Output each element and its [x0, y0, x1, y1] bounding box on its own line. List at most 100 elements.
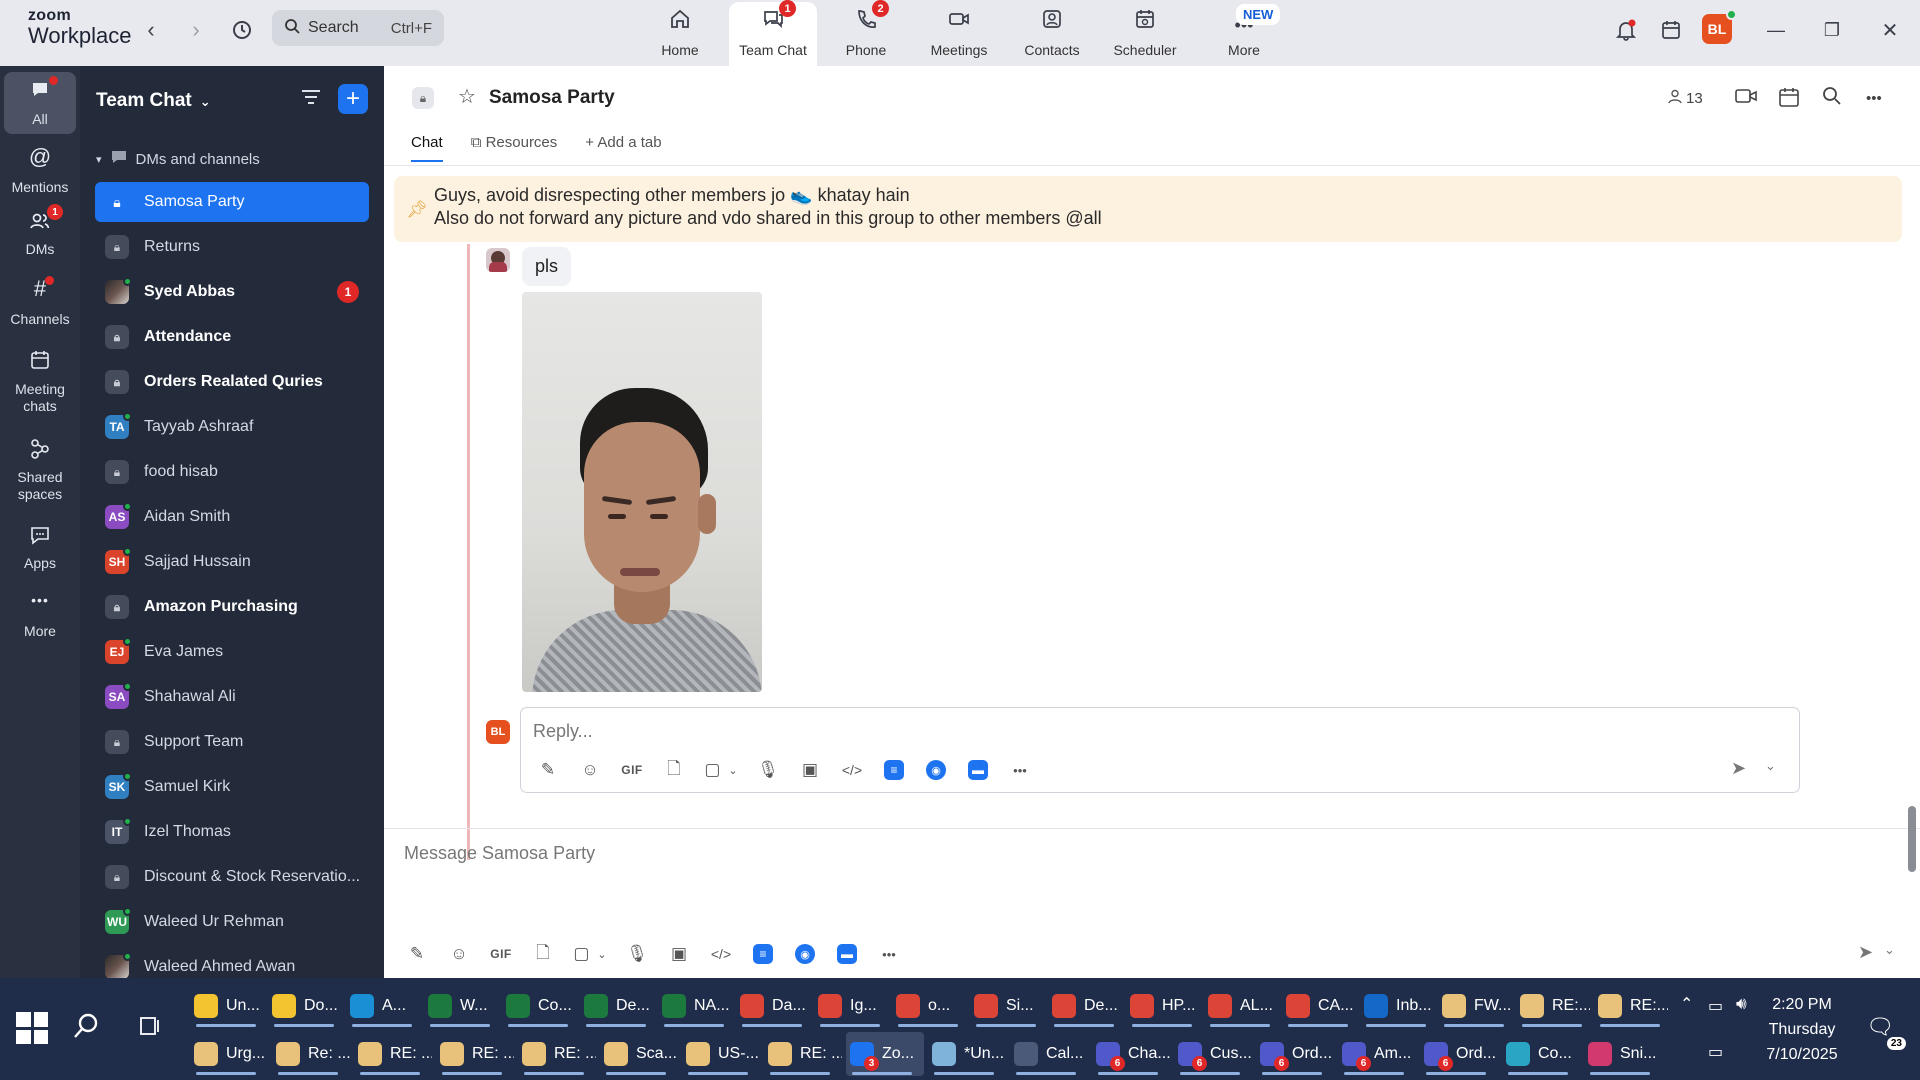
- taskbar-app-button[interactable]: US-...: [682, 1032, 760, 1076]
- reply-input[interactable]: [533, 718, 1433, 744]
- restore-icon[interactable]: ❐: [1816, 14, 1848, 46]
- sidebar-item[interactable]: WU Waleed Ur Rehman: [95, 902, 369, 942]
- rail-dms[interactable]: 1 DMs: [4, 204, 76, 258]
- sidebar-item[interactable]: SK Samuel Kirk: [95, 767, 369, 807]
- channel-title[interactable]: Samosa Party: [489, 87, 615, 109]
- star-icon[interactable]: ☆: [458, 84, 476, 109]
- taskbar-app-button[interactable]: 6 Ord...: [1256, 1032, 1334, 1076]
- rail-apps[interactable]: Apps: [4, 524, 76, 572]
- app-icon-1[interactable]: ≡: [873, 756, 915, 784]
- more-tools-icon[interactable]: •••: [999, 756, 1041, 784]
- emoji-icon[interactable]: ☺: [438, 940, 480, 968]
- nav-meetings[interactable]: Meetings: [915, 0, 1003, 66]
- filter-icon[interactable]: [300, 86, 322, 114]
- format-icon[interactable]: ✎: [527, 756, 569, 784]
- sidebar-item[interactable]: Syed Abbas 1: [95, 272, 369, 312]
- tab-chat[interactable]: Chat: [411, 134, 443, 162]
- video-message-icon[interactable]: ▣: [658, 940, 700, 968]
- search-input[interactable]: Search Ctrl+F: [272, 10, 444, 46]
- microphone-icon[interactable]: 🎙︎: [747, 756, 789, 784]
- chevron-up-icon[interactable]: ⌃: [1680, 994, 1693, 1014]
- taskbar-app-button[interactable]: A...: [346, 984, 420, 1028]
- tab-resources[interactable]: ⧉ Resources: [471, 134, 558, 162]
- file-icon[interactable]: 🗋︎: [522, 940, 564, 968]
- search-icon[interactable]: [1822, 86, 1842, 112]
- close-icon[interactable]: ✕: [1874, 14, 1906, 46]
- taskbar-app-button[interactable]: Cal...: [1010, 1032, 1088, 1076]
- sidebar-item[interactable]: 🔒︎ Support Team: [95, 722, 369, 762]
- nav-team-chat[interactable]: 1 Team Chat: [729, 0, 817, 66]
- send-icon[interactable]: ➤: [1731, 758, 1746, 779]
- chevron-down-icon[interactable]: ⌄: [1884, 942, 1895, 958]
- sender-avatar[interactable]: [486, 248, 510, 272]
- taskbar-app-button[interactable]: Re: ...: [272, 1032, 350, 1076]
- tab-add[interactable]: + Add a tab: [585, 134, 661, 162]
- message-compose-input[interactable]: [404, 838, 1404, 868]
- app-icon-3[interactable]: ▬: [826, 940, 868, 968]
- sidebar-item[interactable]: 🔒︎ Returns: [95, 227, 369, 267]
- back-arrow-icon[interactable]: ‹: [135, 14, 167, 46]
- screenshot-icon[interactable]: ▢ ⌄: [564, 940, 616, 968]
- sidebar-item[interactable]: 🔒︎ food hisab: [95, 452, 369, 492]
- rail-all[interactable]: All: [4, 72, 76, 134]
- app-icon-1[interactable]: ≡: [742, 940, 784, 968]
- taskbar-app-button[interactable]: Ig...: [814, 984, 888, 1028]
- more-tools-icon[interactable]: •••: [868, 940, 910, 968]
- sidebar-item[interactable]: 🔒︎ Samosa Party: [95, 182, 369, 222]
- task-view-icon[interactable]: [138, 1014, 162, 1044]
- gif-button[interactable]: GIF: [480, 940, 522, 968]
- taskbar-app-button[interactable]: *Un...: [928, 1032, 1006, 1076]
- sidebar-item[interactable]: SA Shahawal Ali: [95, 677, 369, 717]
- sidebar-title-dropdown[interactable]: Team Chat ⌄: [96, 90, 211, 112]
- forward-arrow-icon[interactable]: ›: [180, 14, 212, 46]
- rail-meeting-chats[interactable]: Meeting chats: [4, 350, 76, 415]
- taskbar-app-button[interactable]: AL...: [1204, 984, 1278, 1028]
- taskbar-app-button[interactable]: Si...: [970, 984, 1044, 1028]
- sidebar-item[interactable]: 🔒︎ Amazon Purchasing: [95, 587, 369, 627]
- battery-icon[interactable]: ▭: [1708, 996, 1723, 1016]
- taskbar-app-button[interactable]: FW...: [1438, 984, 1512, 1028]
- send-icon[interactable]: ➤: [1858, 942, 1873, 963]
- minimize-icon[interactable]: —: [1760, 14, 1792, 46]
- taskbar-app-button[interactable]: CA...: [1282, 984, 1356, 1028]
- taskbar-app-button[interactable]: HP...: [1126, 984, 1200, 1028]
- video-message-icon[interactable]: ▣: [789, 756, 831, 784]
- calendar-app-icon[interactable]: [1655, 14, 1687, 46]
- taskbar-app-button[interactable]: Da...: [736, 984, 810, 1028]
- nav-phone[interactable]: 2 Phone: [822, 0, 910, 66]
- code-icon[interactable]: </>: [831, 756, 873, 784]
- taskbar-app-button[interactable]: Un...: [190, 984, 264, 1028]
- volume-icon[interactable]: 🔊︎: [1736, 994, 1747, 1014]
- format-icon[interactable]: ✎: [396, 940, 438, 968]
- taskbar-app-button[interactable]: RE: ...: [354, 1032, 432, 1076]
- taskbar-app-button[interactable]: RE:...: [1516, 984, 1590, 1028]
- message-bubble[interactable]: pls: [522, 247, 572, 286]
- desktop-icon[interactable]: ▭: [1708, 1042, 1723, 1062]
- sidebar-item[interactable]: EJ Eva James: [95, 632, 369, 672]
- rail-more[interactable]: ••• More: [4, 592, 76, 640]
- taskbar-app-button[interactable]: RE: ...: [764, 1032, 842, 1076]
- calendar-icon[interactable]: [1778, 86, 1800, 114]
- sidebar-item[interactable]: TA Tayyab Ashraaf: [95, 407, 369, 447]
- rail-mentions[interactable]: @ Mentions: [4, 146, 76, 196]
- taskbar-app-button[interactable]: 3 Zo...: [846, 1032, 924, 1076]
- windows-start-icon[interactable]: [16, 1012, 48, 1044]
- taskbar-app-button[interactable]: Inb...: [1360, 984, 1434, 1028]
- pinned-message[interactable]: 📌︎ Guys, avoid disrespecting other membe…: [394, 176, 1902, 242]
- members-button[interactable]: 13: [1668, 89, 1703, 108]
- taskbar-app-button[interactable]: Urg...: [190, 1032, 268, 1076]
- taskbar-app-button[interactable]: 6 Am...: [1338, 1032, 1416, 1076]
- taskbar-clock[interactable]: 2:20 PM Thursday 7/10/2025: [1752, 992, 1852, 1067]
- search-icon[interactable]: [72, 1012, 100, 1046]
- shared-photo[interactable]: [522, 292, 762, 692]
- rail-shared-spaces[interactable]: Shared spaces: [4, 438, 76, 503]
- taskbar-app-button[interactable]: De...: [1048, 984, 1122, 1028]
- microphone-icon[interactable]: 🎙︎: [616, 940, 658, 968]
- emoji-icon[interactable]: ☺: [569, 756, 611, 784]
- taskbar-app-button[interactable]: Co...: [502, 984, 576, 1028]
- bell-icon[interactable]: [1610, 14, 1642, 46]
- taskbar-app-button[interactable]: NA...: [658, 984, 732, 1028]
- sidebar-item[interactable]: 🔒︎ Discount & Stock Reservatio...: [95, 857, 369, 897]
- taskbar-app-button[interactable]: W...: [424, 984, 498, 1028]
- new-chat-button[interactable]: +: [338, 84, 368, 114]
